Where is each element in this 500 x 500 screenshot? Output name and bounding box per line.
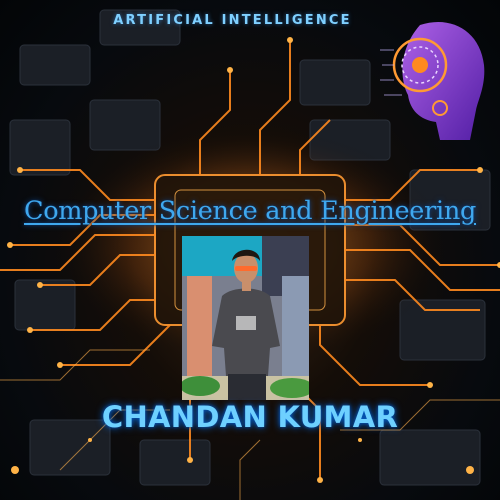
- poster: ARTIFICIAL INTELLIGENCE Computer Science…: [0, 0, 500, 500]
- ai-robot-head-icon: [380, 21, 485, 141]
- person-name: CHANDAN KUMAR: [101, 400, 399, 434]
- profile-photo: [182, 236, 309, 400]
- page-title: Computer Science and Engineering: [24, 196, 476, 226]
